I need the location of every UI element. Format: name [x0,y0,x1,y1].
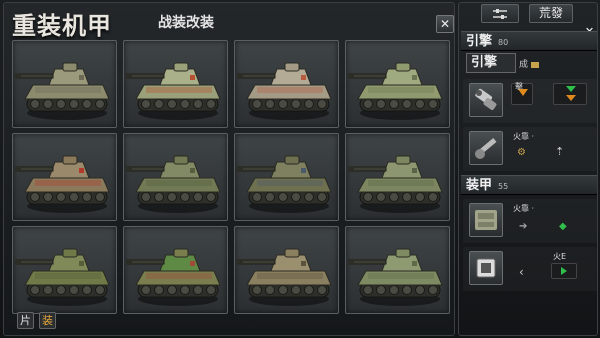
tank-card[interactable] [345,40,450,128]
engine-heading: 引擎 [466,34,493,49]
tank-icon [348,248,443,306]
sliders-icon [493,9,507,19]
exhaust-part-icon[interactable] [469,83,503,117]
tank-card[interactable] [123,40,228,128]
engine-tag-text: 成 [519,60,529,70]
engine-tag: 成 [519,57,540,70]
tank-card[interactable] [345,226,450,314]
armor-row-2[interactable]: ‹ 火E [463,247,597,291]
page-subtitle: 战装改装 [158,15,214,31]
tank-icon [126,155,221,213]
tank-icon [126,248,221,306]
tank-card[interactable] [345,133,450,221]
play-icon [561,267,567,275]
tank-card[interactable] [234,133,339,221]
upgrade-slot-2[interactable] [553,83,587,105]
engine-row-2[interactable]: 火靠 · ⚙ ⇡ [463,127,597,171]
armor-plate-icon[interactable] [469,203,503,237]
close-button[interactable]: ✕ [436,15,454,33]
tank-icon [237,62,332,120]
engine-row-2-label: 火靠 · [513,132,535,141]
tank-icon [348,62,443,120]
armor-heading: 装甲 [466,178,493,193]
engine-subheading: 引擎 [466,53,516,73]
play-slot[interactable] [551,263,577,279]
tank-card[interactable] [123,133,228,221]
tank-card[interactable] [234,40,339,128]
armor-section-header: 装甲 55 [461,175,597,195]
upgrade-panel: 荒發 ✕ 引擎80 引擎 成 擊 [458,2,598,336]
tank-grid [12,40,456,315]
game-title: 重装机甲 [12,11,112,40]
right-arrow-icon: ➔ [519,221,528,232]
armor-level: 55 [498,182,509,191]
engine-row-1-label: 擊 [515,82,523,91]
tank-icon [15,62,110,120]
cannon-part-icon[interactable] [469,131,503,165]
tank-card[interactable] [234,226,339,314]
left-arrow-icon[interactable]: ‹ [519,265,524,279]
gold-indicator-icon [531,61,540,68]
engine-level: 80 [498,38,509,47]
tab-upgrade[interactable]: 荒發 [529,4,573,23]
armor-row-2-label: 火E [553,252,567,261]
gear-icon: ⚙ [517,147,526,158]
tank-card[interactable] [123,226,228,314]
tank-card[interactable] [12,226,117,314]
settings-tab[interactable] [481,4,519,23]
engine-row-1[interactable]: 擊 [463,79,597,123]
engine-section-header: 引擎 80 [461,31,597,51]
tank-card[interactable] [12,133,117,221]
game-window: 重装机甲 战装改装 ✕ 片 装 荒發 ✕ 引擎 80 引擎 成 [0,0,600,338]
tank-icon [237,155,332,213]
tank-icon [126,62,221,120]
tank-card[interactable] [12,40,117,128]
tank-selection-panel: 重装机甲 战装改装 ✕ 片 装 [3,2,455,336]
filter-button-2[interactable]: 装 [39,312,56,329]
orange-down-arrow-icon [566,95,576,101]
green-down-arrow-icon [566,86,576,92]
green-shield-icon: ◆ [559,221,567,232]
armor-row-1-label: 火靠 · [513,204,535,213]
filter-button-1[interactable]: 片 [17,312,34,329]
tank-icon [237,248,332,306]
armor-row-1[interactable]: 火靠 · ➔ ◆ [463,199,597,243]
up-arrow-icon: ⇡ [555,145,565,158]
tank-icon [348,155,443,213]
tank-icon [15,155,110,213]
tank-icon [15,248,110,306]
module-cube-icon[interactable] [469,251,503,285]
